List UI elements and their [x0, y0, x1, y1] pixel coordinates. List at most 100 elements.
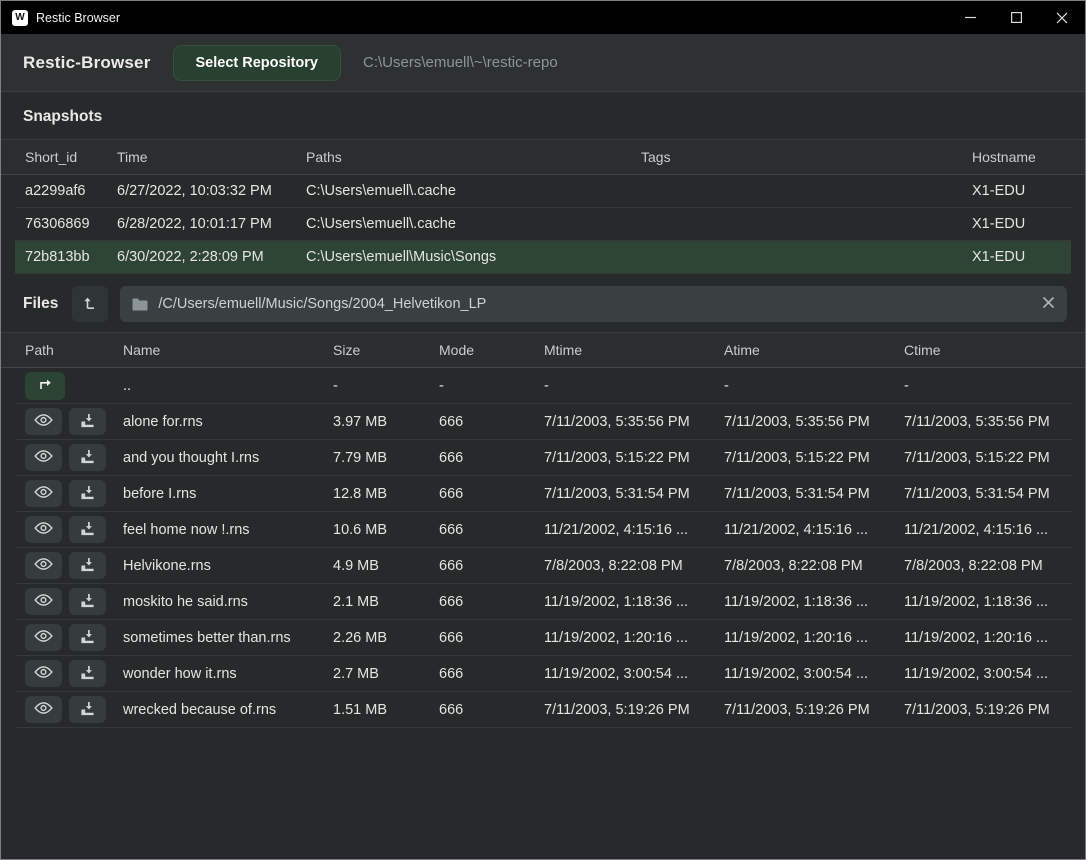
download-icon — [80, 701, 95, 719]
snapshot-row[interactable]: 72b813bb 6/30/2022, 2:28:09 PM C:\Users\… — [15, 241, 1071, 274]
col-atime: Atime — [724, 342, 904, 358]
eye-icon — [34, 485, 53, 502]
download-file-button[interactable] — [69, 696, 106, 723]
file-mode: 666 — [439, 486, 544, 502]
download-icon — [80, 521, 95, 539]
folder-icon — [132, 298, 148, 311]
snapshot-row[interactable]: 76306869 6/28/2022, 10:01:17 PM C:\Users… — [15, 208, 1071, 241]
file-mode: 666 — [439, 630, 544, 646]
preview-file-button[interactable] — [25, 480, 62, 507]
file-row[interactable]: alone for.rns 3.97 MB 666 7/11/2003, 5:3… — [15, 404, 1071, 440]
parent-directory-row[interactable]: .. - - - - - — [15, 368, 1071, 404]
file-row[interactable]: sometimes better than.rns 2.26 MB 666 11… — [15, 620, 1071, 656]
download-icon — [80, 629, 95, 647]
file-mode: 666 — [439, 666, 544, 682]
col-mtime: Mtime — [544, 342, 724, 358]
col-mode: Mode — [439, 342, 544, 358]
eye-icon — [34, 413, 53, 430]
level-up-button[interactable] — [72, 286, 108, 322]
eye-icon — [34, 449, 53, 466]
file-ctime: 7/11/2003, 5:35:56 PM — [904, 414, 1061, 430]
file-size: 4.9 MB — [333, 558, 439, 574]
snapshot-time: 6/27/2022, 10:03:32 PM — [117, 183, 306, 199]
file-mtime: 11/19/2002, 1:18:36 ... — [544, 594, 724, 610]
file-name: wonder how it.rns — [123, 666, 333, 682]
files-toolbar: Files /C/Users/emuell/Music/Songs/2004_H… — [1, 274, 1085, 332]
file-row[interactable]: moskito he said.rns 2.1 MB 666 11/19/200… — [15, 584, 1071, 620]
file-atime: 11/21/2002, 4:15:16 ... — [724, 522, 904, 538]
file-row[interactable]: wonder how it.rns 2.7 MB 666 11/19/2002,… — [15, 656, 1071, 692]
clear-path-button[interactable] — [1042, 296, 1055, 312]
file-name: and you thought I.rns — [123, 450, 333, 466]
file-row[interactable]: feel home now !.rns 10.6 MB 666 11/21/20… — [15, 512, 1071, 548]
col-time: Time — [117, 149, 306, 165]
file-row[interactable]: and you thought I.rns 7.79 MB 666 7/11/2… — [15, 440, 1071, 476]
download-file-button[interactable] — [69, 444, 106, 471]
minimize-button[interactable] — [947, 1, 993, 34]
window-title: Restic Browser — [36, 11, 120, 25]
download-file-button[interactable] — [69, 588, 106, 615]
level-up-arrow-icon — [82, 295, 98, 314]
maximize-button[interactable] — [993, 1, 1039, 34]
file-name: moskito he said.rns — [123, 594, 333, 610]
col-size: Size — [333, 342, 439, 358]
download-file-button[interactable] — [69, 408, 106, 435]
snapshots-table-body: a2299af6 6/27/2022, 10:03:32 PM C:\Users… — [1, 175, 1085, 274]
select-repository-button[interactable]: Select Repository — [173, 45, 342, 81]
file-ctime: 7/11/2003, 5:15:22 PM — [904, 450, 1061, 466]
file-size: 2.7 MB — [333, 666, 439, 682]
file-name: Helvikone.rns — [123, 558, 333, 574]
file-ctime: 11/19/2002, 3:00:54 ... — [904, 666, 1061, 682]
eye-icon — [34, 557, 53, 574]
download-icon — [80, 449, 95, 467]
file-atime: 7/11/2003, 5:35:56 PM — [724, 414, 904, 430]
file-ctime: - — [904, 378, 1061, 394]
col-tags: Tags — [641, 149, 972, 165]
window-controls — [947, 1, 1085, 34]
app-header: Restic-Browser Select Repository C:\User… — [1, 34, 1085, 92]
preview-file-button[interactable] — [25, 552, 62, 579]
files-path-input[interactable]: /C/Users/emuell/Music/Songs/2004_Helveti… — [120, 286, 1067, 322]
file-atime: - — [724, 378, 904, 394]
file-row[interactable]: Helvikone.rns 4.9 MB 666 7/8/2003, 8:22:… — [15, 548, 1071, 584]
minimize-icon — [965, 12, 976, 23]
download-file-button[interactable] — [69, 516, 106, 543]
download-icon — [80, 557, 95, 575]
preview-file-button[interactable] — [25, 408, 62, 435]
download-icon — [80, 593, 95, 611]
download-file-button[interactable] — [69, 480, 106, 507]
preview-file-button[interactable] — [25, 624, 62, 651]
file-mode: 666 — [439, 522, 544, 538]
file-size: 12.8 MB — [333, 486, 439, 502]
preview-file-button[interactable] — [25, 660, 62, 687]
download-file-button[interactable] — [69, 660, 106, 687]
file-size: 7.79 MB — [333, 450, 439, 466]
file-atime: 7/8/2003, 8:22:08 PM — [724, 558, 904, 574]
snapshot-hostname: X1-EDU — [972, 183, 1061, 199]
repository-path: C:\Users\emuell\~\restic-repo — [363, 54, 558, 71]
file-mtime: 11/19/2002, 1:20:16 ... — [544, 630, 724, 646]
download-file-button[interactable] — [69, 624, 106, 651]
file-atime: 7/11/2003, 5:31:54 PM — [724, 486, 904, 502]
file-mode: 666 — [439, 594, 544, 610]
app-title: Restic-Browser — [23, 53, 151, 73]
clear-x-icon — [1042, 296, 1055, 312]
file-atime: 7/11/2003, 5:19:26 PM — [724, 702, 904, 718]
file-mode: - — [439, 378, 544, 394]
preview-file-button[interactable] — [25, 588, 62, 615]
snapshot-row[interactable]: a2299af6 6/27/2022, 10:03:32 PM C:\Users… — [15, 175, 1071, 208]
snapshot-short-id: 72b813bb — [25, 249, 117, 265]
download-file-button[interactable] — [69, 552, 106, 579]
preview-file-button[interactable] — [25, 444, 62, 471]
file-name: feel home now !.rns — [123, 522, 333, 538]
preview-file-button[interactable] — [25, 516, 62, 543]
titlebar: W Restic Browser — [1, 1, 1085, 34]
snapshot-paths: C:\Users\emuell\.cache — [306, 183, 641, 199]
preview-file-button[interactable] — [25, 696, 62, 723]
go-up-directory-button[interactable] — [25, 372, 65, 400]
file-row[interactable]: wrecked because of.rns 1.51 MB 666 7/11/… — [15, 692, 1071, 728]
file-row[interactable]: before I.rns 12.8 MB 666 7/11/2003, 5:31… — [15, 476, 1071, 512]
file-mode: 666 — [439, 414, 544, 430]
close-button[interactable] — [1039, 1, 1085, 34]
eye-icon — [34, 521, 53, 538]
